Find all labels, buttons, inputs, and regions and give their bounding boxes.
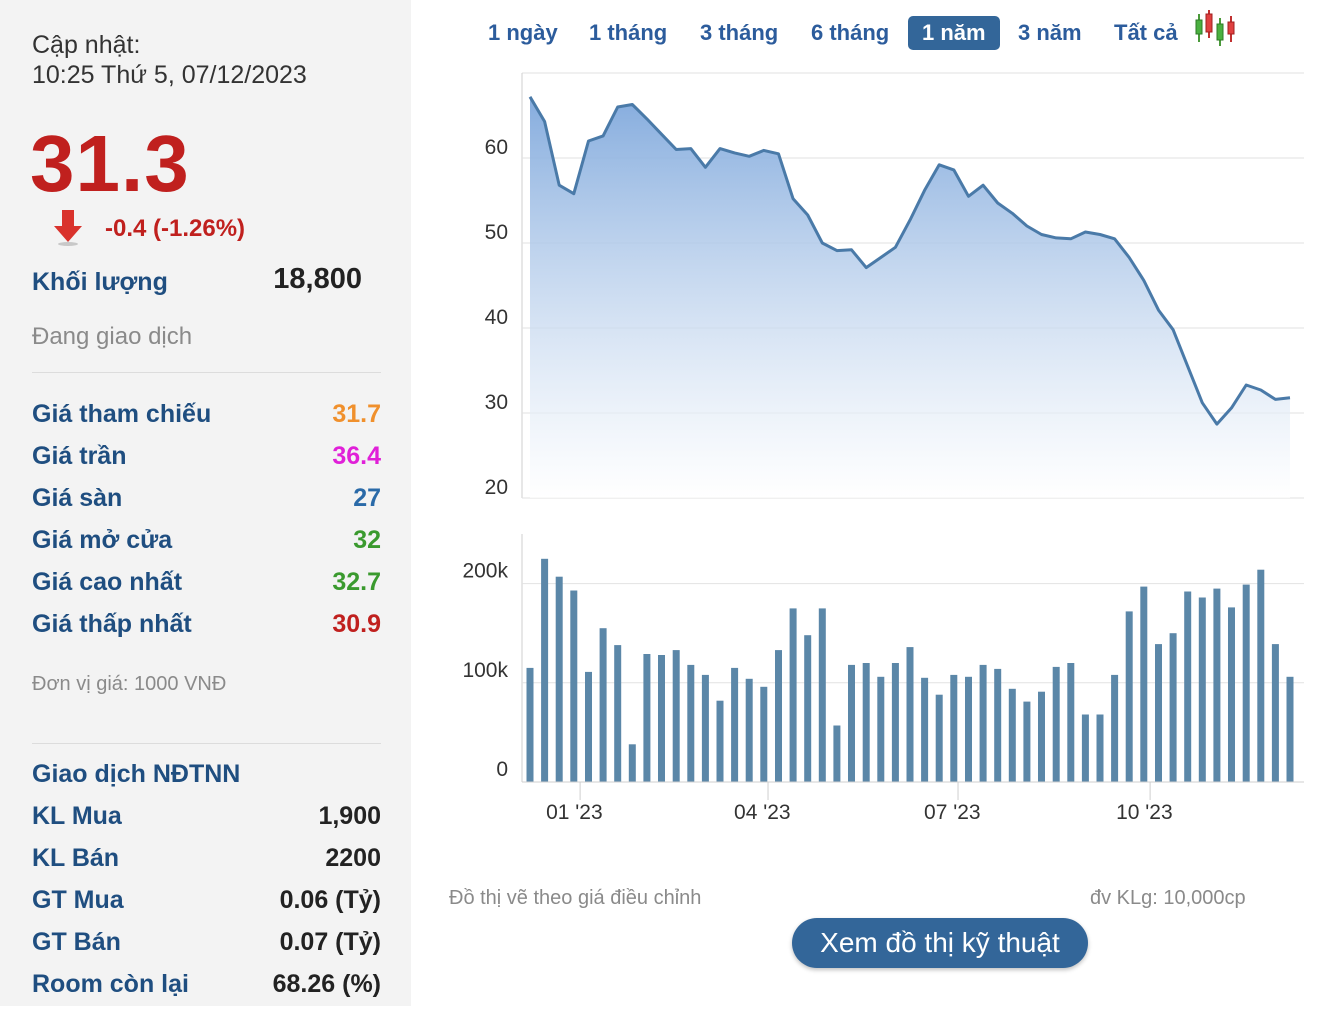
volume-bar (1096, 714, 1104, 782)
volume-bar (1169, 633, 1177, 782)
x-tick-label: 04 '23 (734, 801, 791, 824)
volume-bar (1271, 644, 1279, 782)
volume-bar (1038, 691, 1045, 782)
volume-bar (804, 635, 812, 782)
volume-bar (906, 647, 914, 782)
price-area (530, 96, 1290, 499)
volume-bar (877, 676, 885, 782)
adjusted-price-note: Đồ thị vẽ theo giá điều chỉnh (449, 887, 702, 909)
volume-bars (526, 558, 1294, 782)
volume-bar (1184, 591, 1192, 782)
y-tick-label: 60 (485, 136, 508, 159)
x-tick-label: 07 '23 (924, 801, 981, 824)
volume-bar (1286, 676, 1294, 782)
volume-axis-labels: 0 100k 200k (462, 560, 508, 781)
volume-bar (628, 744, 636, 782)
volume-bar (570, 590, 578, 782)
volume-bar (833, 725, 841, 782)
volume-bar (1242, 584, 1250, 782)
y-tick-label: 200k (462, 560, 508, 583)
volume-bar (935, 694, 943, 782)
volume-bar (1081, 714, 1089, 782)
volume-bar (1023, 701, 1031, 782)
volume-bar (643, 654, 651, 782)
volume-bar (1052, 666, 1060, 782)
volume-bar (891, 663, 899, 782)
volume-bar (994, 668, 1002, 782)
volume-bar (921, 677, 929, 782)
volume-bar (1008, 688, 1016, 782)
volume-unit-note: đv KLg: 10,000cp (1090, 887, 1246, 909)
y-tick-label: 30 (485, 391, 508, 414)
volume-bar (599, 628, 607, 782)
volume-bar (541, 558, 549, 782)
volume-bar (672, 650, 680, 782)
volume-bar (862, 663, 870, 782)
volume-bar (789, 608, 797, 782)
volume-bar (701, 674, 709, 782)
volume-bar (555, 576, 563, 782)
y-tick-label: 50 (485, 221, 508, 244)
volume-bar (1125, 611, 1133, 782)
volume-bar (731, 667, 739, 782)
x-tick-label: 01 '23 (546, 801, 603, 824)
volume-bar (1140, 586, 1148, 782)
volume-bar (775, 650, 782, 782)
y-tick-label: 0 (496, 758, 508, 781)
volume-bar (1228, 607, 1235, 782)
x-tick-label: 10 '23 (1116, 801, 1173, 824)
volume-bar (1111, 674, 1119, 782)
volume-bar (687, 664, 695, 782)
volume-bar (950, 674, 958, 782)
x-axis: 01 '23 04 '23 07 '23 10 '23 (522, 781, 1304, 824)
stock-chart: 20 30 40 50 60 0 100k 200k 01 '23 04 '23 07 '23 1… (462, 72, 1304, 824)
volume-bar (658, 655, 665, 782)
price-axis-labels: 20 30 40 50 60 (485, 136, 508, 499)
volume-bar (585, 671, 592, 782)
volume-bar (979, 664, 987, 782)
volume-bar (1067, 663, 1075, 782)
volume-bar (716, 700, 724, 782)
volume-bar (818, 608, 826, 782)
volume-bar (760, 686, 768, 782)
volume-bar (848, 664, 855, 782)
volume-bar (1155, 644, 1162, 782)
technical-chart-button[interactable]: Xem đồ thị kỹ thuật (792, 918, 1088, 968)
y-tick-label: 100k (462, 659, 508, 682)
volume-bar (1257, 569, 1265, 782)
y-tick-label: 40 (485, 306, 508, 329)
volume-bar (614, 645, 622, 782)
volume-bar (526, 667, 534, 782)
volume-bar (965, 676, 972, 782)
y-tick-label: 20 (485, 476, 508, 499)
volume-bar (745, 678, 753, 782)
volume-bar (1213, 588, 1221, 782)
volume-bar (1198, 597, 1206, 782)
